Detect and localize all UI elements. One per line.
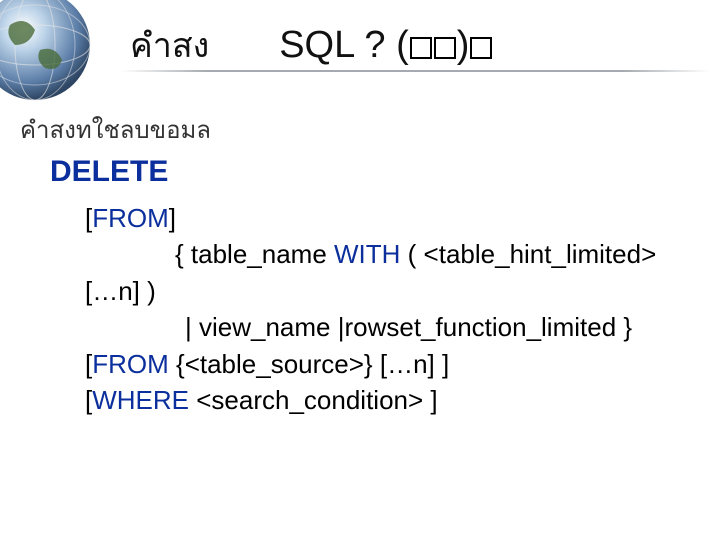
text: ( <table_hint_limited> — [400, 239, 656, 269]
text: <search_condition> ] — [189, 385, 438, 415]
subtitle: คำสงทใชลบขอมล — [20, 110, 211, 149]
syntax-block: [FROM] { table_name WITH ( <table_hint_l… — [85, 200, 690, 418]
keyword-from: FROM — [92, 203, 169, 233]
title-underline — [120, 68, 710, 74]
keyword-from: FROM — [92, 349, 169, 379]
keyword-delete: DELETE — [50, 155, 168, 189]
title-sql-prefix: SQL ? ( — [279, 24, 409, 66]
text: { table_name — [175, 239, 334, 269]
title-sql-mid: ) — [457, 24, 470, 66]
placeholder-box-icon — [434, 37, 456, 59]
syntax-line-3: […n] ) — [85, 273, 690, 309]
keyword-where: WHERE — [92, 385, 189, 415]
placeholder-box-icon — [470, 37, 492, 59]
syntax-line-2: { table_name WITH ( <table_hint_limited> — [85, 236, 690, 272]
keyword-with: WITH — [334, 239, 400, 269]
syntax-line-1: [FROM] — [85, 200, 690, 236]
title-sql: SQL ? () — [279, 24, 493, 67]
placeholder-box-icon — [410, 37, 432, 59]
syntax-line-6: [WHERE <search_condition> ] — [85, 382, 690, 418]
syntax-line-4: | view_name |rowset_function_limited } — [85, 309, 690, 345]
text: {<table_source>} […n] ] — [169, 349, 449, 379]
title-thai: คำสง — [130, 18, 209, 72]
globe-decoration — [0, 0, 100, 110]
syntax-line-5: [FROM {<table_source>} […n] ] — [85, 346, 690, 382]
bracket: ] — [169, 203, 176, 233]
slide-title-row: คำสง SQL ? () — [130, 18, 700, 72]
